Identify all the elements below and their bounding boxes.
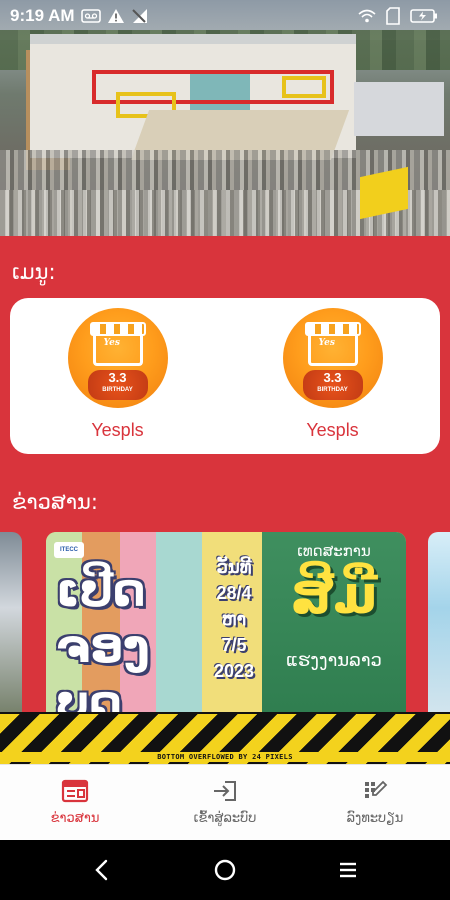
nav-label-register: ລົງທະບຽນ	[346, 811, 404, 826]
poster-event-subtitle: ແຮງງານລາວ	[286, 650, 382, 671]
poster-date-separator: ຫາ	[221, 609, 247, 629]
hero-side-building	[354, 82, 444, 136]
badge-number: 3.3	[323, 370, 342, 385]
nav-label-news: ຂ່າວສານ	[50, 811, 100, 826]
sim-card-icon	[386, 7, 400, 25]
poster-event-title: ສີມື	[290, 566, 378, 626]
nav-item-news[interactable]: ຂ່າວສານ	[0, 765, 150, 840]
wifi-icon	[358, 9, 376, 23]
menu-item-yespls-1[interactable]: Yes 3.3 BIRTHDAY Yespls	[33, 298, 203, 441]
back-chevron-icon	[94, 859, 107, 881]
home-circle-icon	[214, 859, 236, 881]
menu-item-yespls-2[interactable]: Yes 3.3 BIRTHDAY Yespls	[248, 298, 418, 441]
recents-button[interactable]	[323, 845, 373, 895]
poster-date-from: 28/4	[216, 583, 252, 603]
news-card-featured[interactable]: ITECC ເປີດຈອງບູດ ວັນທີ 28/4 ຫາ 7/5 2023 …	[46, 532, 406, 722]
login-icon	[211, 779, 239, 803]
nav-item-login[interactable]: ເຂົ້າສູ່ລະບົບ	[150, 765, 300, 840]
overflow-warning-text: BOTTOM OVERFLOWED BY 24 PIXELS	[0, 752, 450, 762]
shop-awning-icon	[304, 322, 361, 336]
menu-card: Yes 3.3 BIRTHDAY Yespls Yes 3.3 BIRTHDAY…	[10, 298, 440, 454]
news-card-previous[interactable]	[0, 532, 22, 722]
news-carousel[interactable]: ITECC ເປີດຈອງບູດ ວັນທີ 28/4 ຫາ 7/5 2023 …	[0, 532, 450, 722]
bottom-navigation: ຂ່າວສານ ເຂົ້າສູ່ລະບົບ ລົງທະບຽນ	[0, 764, 450, 840]
battery-charging-icon	[410, 9, 438, 23]
hero-mall-photo	[0, 0, 450, 236]
birthday-badge: 3.3 BIRTHDAY	[87, 370, 148, 400]
logo-brand-text: Yes	[318, 338, 335, 348]
back-button[interactable]	[77, 845, 127, 895]
news-card-next[interactable]	[428, 532, 450, 722]
yespls-logo-icon: Yes 3.3 BIRTHDAY	[282, 308, 383, 408]
poster-right-panel	[262, 532, 406, 722]
badge-number: 3.3	[108, 370, 127, 385]
register-icon	[361, 779, 389, 803]
home-button[interactable]	[200, 845, 250, 895]
overflow-warning-label: BOTTOM OVERFLOWED BY 24 PIXELS	[155, 753, 295, 761]
voicemail-icon	[80, 9, 101, 23]
menu-lines-icon	[340, 862, 357, 878]
poster-org-logo: ITECC	[54, 542, 84, 558]
warning-icon	[107, 8, 125, 24]
menu-item-label: Yespls	[306, 420, 359, 440]
badge-caption: BIRTHDAY	[102, 387, 133, 393]
status-time: 9:19 AM	[10, 6, 75, 25]
poster-dates: ວັນທີ 28/4 ຫາ 7/5 2023	[206, 554, 262, 684]
menu-section-title: ເມນູ:	[12, 260, 56, 284]
main-content[interactable]: ເມນູ: Yes 3.3 BIRTHDAY Yespls Yes 3.3 BI…	[0, 236, 450, 766]
system-navigation-bar	[0, 840, 450, 900]
newspaper-icon	[61, 779, 89, 803]
poster-date-prefix: ວັນທີ	[216, 557, 252, 577]
shop-awning-icon	[89, 322, 146, 336]
poster-year: 2023	[213, 661, 255, 681]
poster-date-to: 7/5	[221, 635, 247, 655]
news-section-title: ຂ່າວສານ:	[12, 490, 98, 514]
status-bar: 9:19 AM	[0, 0, 450, 32]
poster-event-label: ເທດສະການ	[297, 542, 371, 560]
hero-yellow-frame-right	[282, 76, 326, 98]
poster-headline: ເປີດຈອງບູດ	[56, 563, 150, 722]
logo-brand-text: Yes	[103, 338, 120, 348]
yespls-logo-icon: Yes 3.3 BIRTHDAY	[67, 308, 168, 408]
birthday-badge: 3.3 BIRTHDAY	[302, 370, 363, 400]
menu-item-label: Yespls	[91, 420, 144, 440]
nav-label-login: ເຂົ້າສູ່ລະບົບ	[193, 811, 257, 826]
nav-item-register[interactable]: ລົງທະບຽນ	[300, 765, 450, 840]
badge-caption: BIRTHDAY	[317, 387, 348, 393]
no-signal-icon	[131, 8, 149, 24]
